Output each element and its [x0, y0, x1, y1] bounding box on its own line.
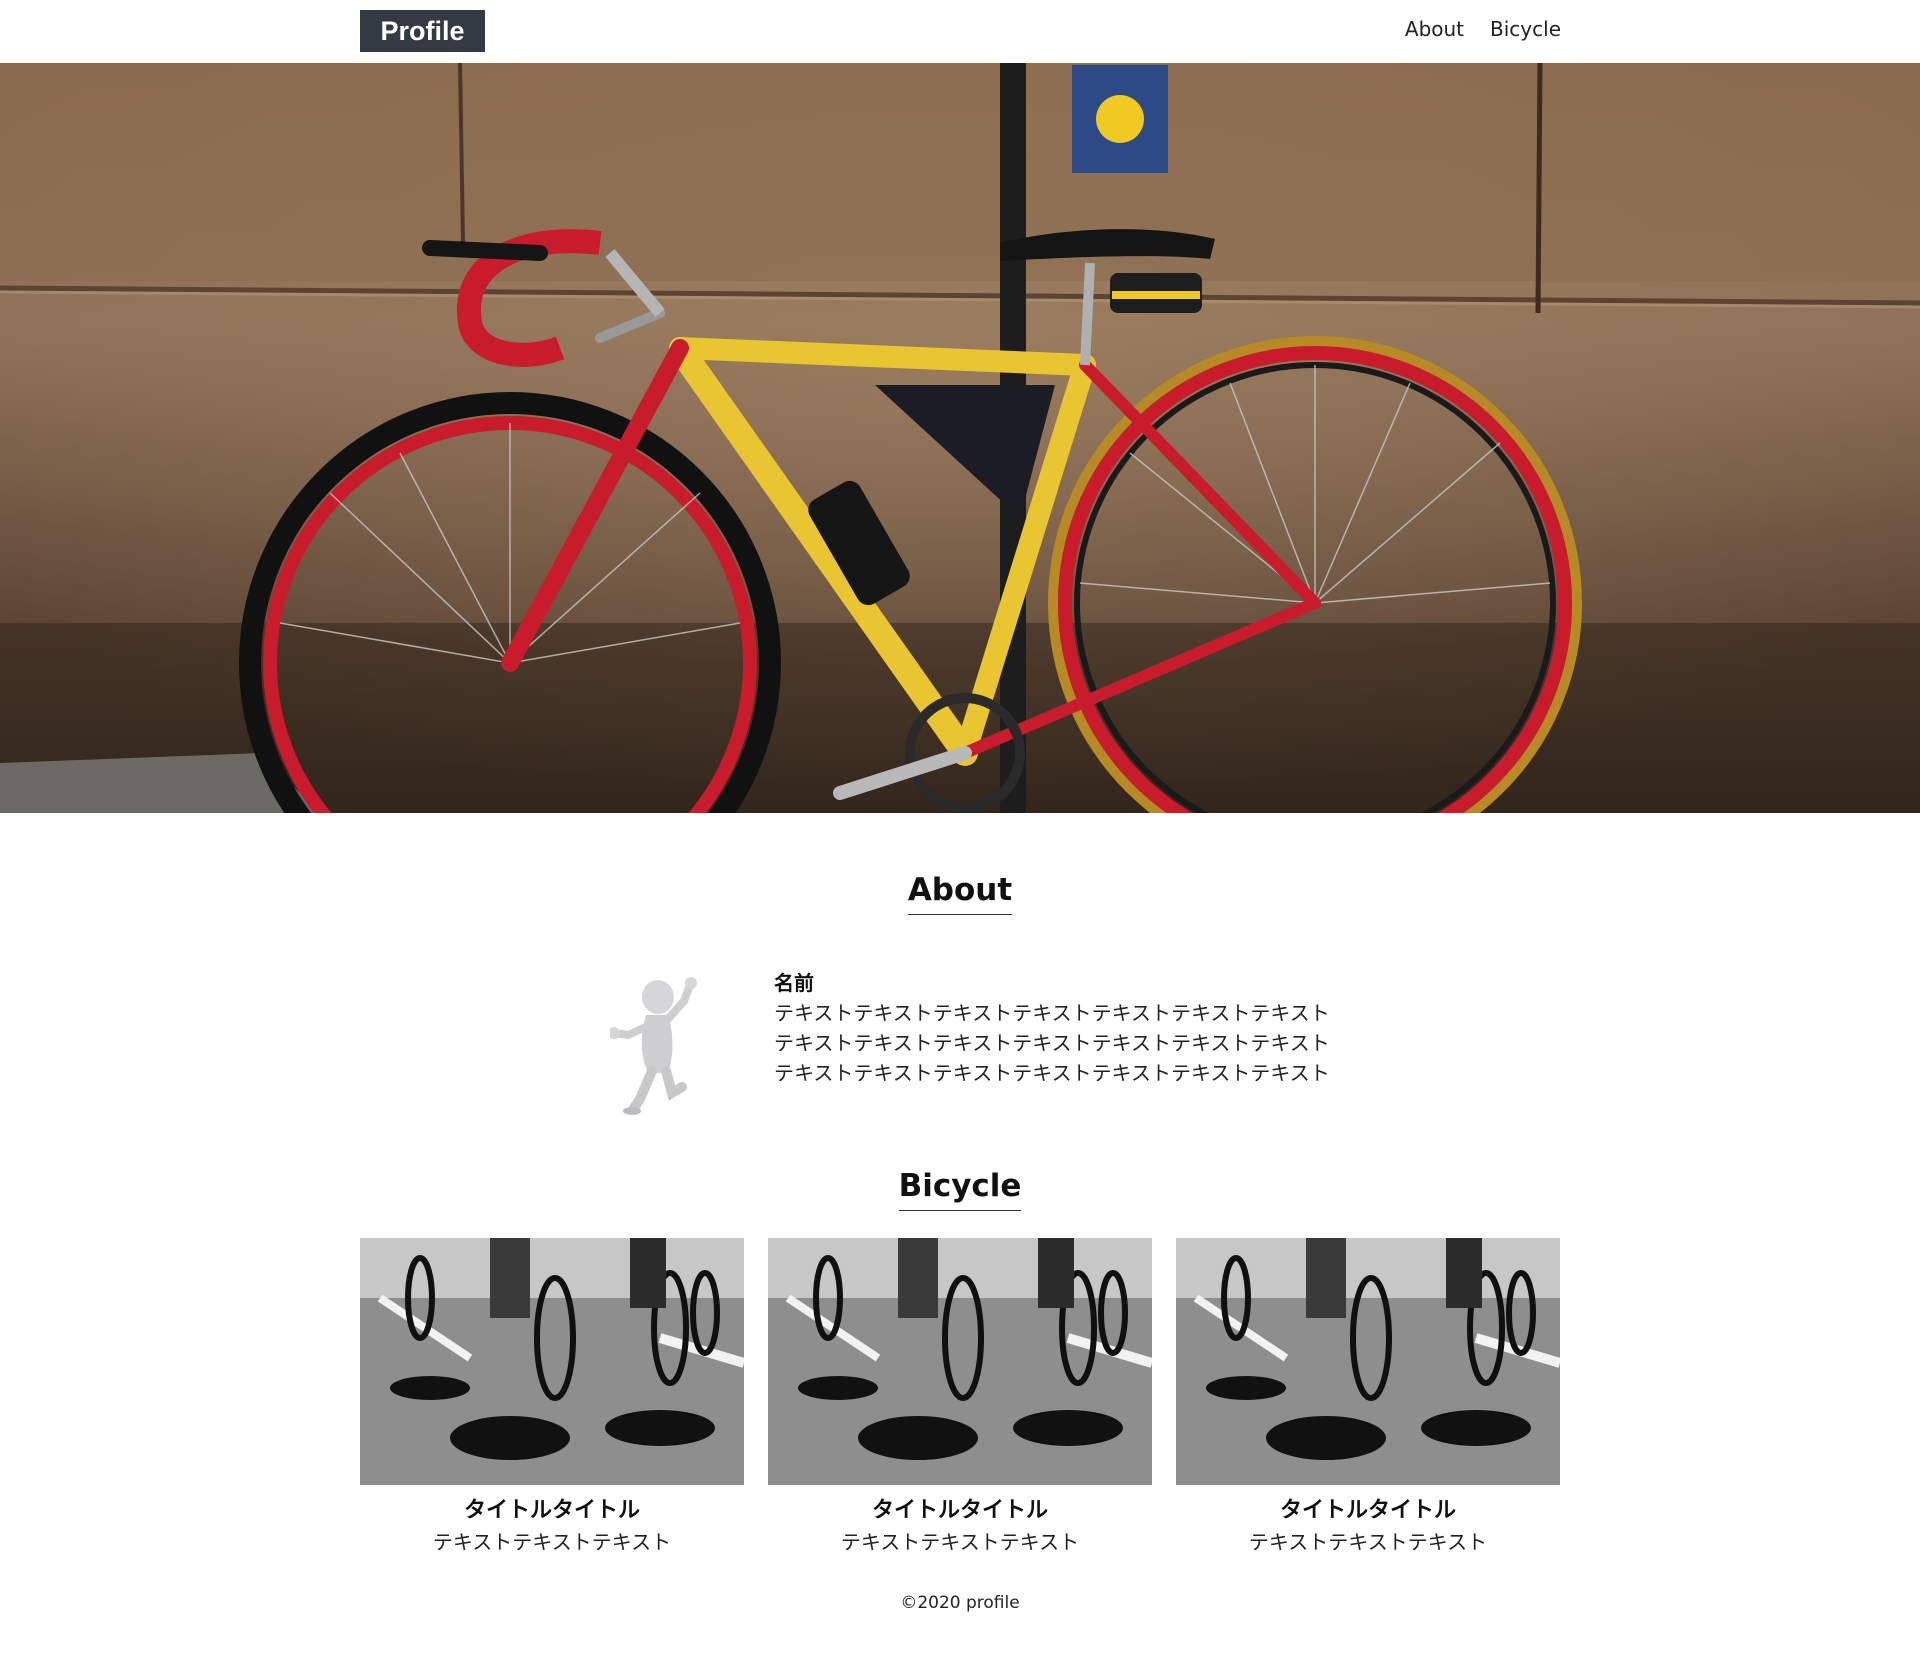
hero-image [0, 63, 1920, 813]
card-text: テキストテキストテキスト [1248, 1530, 1488, 1554]
avatar [610, 977, 697, 1115]
copyright: ©2020 profile [900, 1593, 1020, 1613]
cyclists-race-image [1176, 1238, 1560, 1485]
bicycle-heading: Bicycle [898, 1168, 1022, 1211]
card-text: テキストテキストテキスト [432, 1530, 672, 1554]
bicycle-card: タイトルタイトル テキストテキストテキスト [360, 1238, 744, 1557]
nav-link-bicycle[interactable]: Bicycle [1490, 14, 1561, 44]
road-bicycle-photo [0, 63, 1920, 813]
about-line-1: テキストテキストテキストテキストテキストテキストテキスト [774, 1001, 1330, 1025]
bicycle-cards: タイトルタイトル テキストテキストテキスト タイトルタイトル テキストテキストテ… [360, 1238, 1560, 1557]
about-heading: About [907, 872, 1013, 915]
about-section-title: About [0, 872, 1920, 915]
card-text: テキストテキストテキスト [840, 1530, 1080, 1554]
about-name: 名前 [774, 971, 814, 995]
logo[interactable]: Profile [360, 10, 485, 52]
nav-link-about[interactable]: About [1405, 14, 1464, 44]
about-text: 名前 テキストテキストテキストテキストテキストテキストテキスト テキストテキスト… [774, 968, 1374, 1088]
card-title: タイトルタイトル [1279, 1498, 1456, 1523]
card-title: タイトルタイトル [871, 1498, 1048, 1523]
bicycle-section-title: Bicycle [0, 1168, 1920, 1211]
about-line-2: テキストテキストテキストテキストテキストテキストテキスト [774, 1031, 1330, 1055]
card-title: タイトルタイトル [463, 1498, 640, 1523]
about-line-3: テキストテキストテキストテキストテキストテキストテキスト [774, 1061, 1330, 1085]
bicycle-card: タイトルタイトル テキストテキストテキスト [1176, 1238, 1560, 1557]
main-nav: About Bicycle [1405, 14, 1561, 44]
cyclists-race-image [360, 1238, 744, 1485]
cyclists-race-image [768, 1238, 1152, 1485]
about-profile: 名前 テキストテキストテキストテキストテキストテキストテキスト テキストテキスト… [610, 968, 1370, 1118]
site-header: Profile About Bicycle [0, 0, 1920, 63]
footer: ©2020 profile [0, 1593, 1920, 1613]
bicycle-card: タイトルタイトル テキストテキストテキスト [768, 1238, 1152, 1557]
